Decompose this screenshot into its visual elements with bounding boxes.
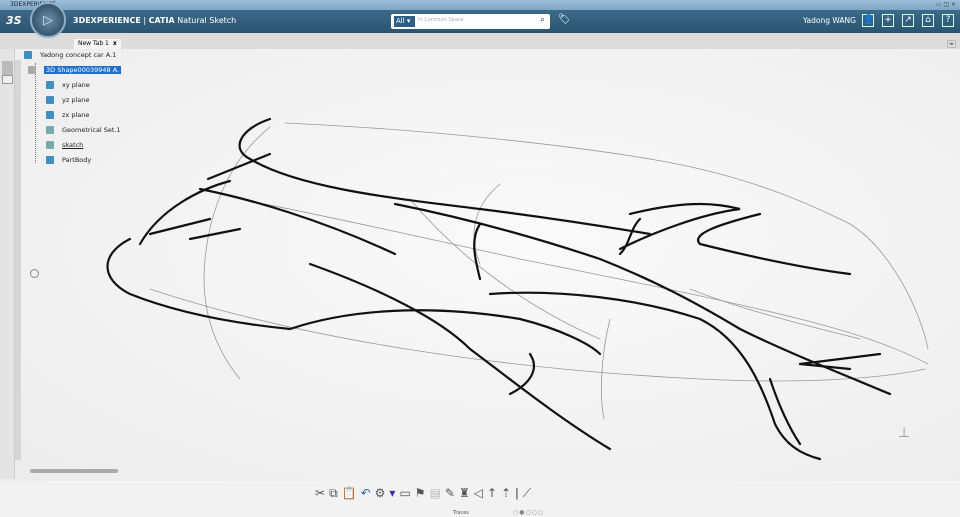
plane-icon	[46, 96, 54, 104]
tab-new-tab-1[interactable]: New Tab 1 x	[74, 39, 121, 49]
compass-play-button[interactable]: ▷	[30, 2, 66, 38]
ds-logo-icon: 3S	[6, 14, 22, 27]
tab-scroll-arrows[interactable]: ◂▸	[946, 40, 956, 48]
eraser-icon[interactable]: ◁	[474, 486, 483, 500]
tree-item-zx-plane[interactable]: zx plane	[46, 111, 89, 119]
tree-root[interactable]: Yadong concept car A.1	[24, 51, 116, 59]
search-icon[interactable]: ⌕	[540, 15, 545, 25]
airbrush-icon[interactable]: ⇡	[501, 486, 511, 500]
pencil-icon[interactable]: ✎	[445, 486, 455, 500]
window-title-bar: 3DEXPERIENCE ▭ ◫ ✕	[0, 0, 960, 10]
layer-icon[interactable]: ▤	[430, 486, 441, 500]
tag-icon[interactable]: 🏷	[558, 14, 571, 25]
panel-toggle-button[interactable]	[2, 61, 13, 75]
tree-label: Geometrical Set.1	[62, 126, 121, 134]
app-title: 3DEXPERIENCE | CATIA Natural Sketch	[73, 16, 237, 25]
plane-icon	[46, 81, 54, 89]
tree-label: xy plane	[62, 81, 90, 89]
profile-icon[interactable]: 👤	[862, 14, 874, 27]
tree-label: skatch	[62, 141, 84, 149]
pen-color-icon[interactable]: ▾	[389, 486, 395, 500]
close-tab-icon[interactable]: x	[113, 40, 117, 47]
tree-scrollbar[interactable]	[15, 60, 21, 460]
axis-triad-icon: ⊥	[898, 425, 911, 441]
tab-bar: New Tab 1 x ◂▸	[0, 33, 960, 49]
tree-item-xy-plane[interactable]: xy plane	[46, 81, 90, 89]
geoset-icon	[46, 141, 54, 149]
window-controls[interactable]: ▭ ◫ ✕	[936, 0, 956, 10]
tree-label: zx plane	[62, 111, 90, 119]
paste-icon[interactable]: 📋	[342, 486, 357, 500]
tab-label: New Tab 1	[78, 40, 109, 47]
add-icon[interactable]: +	[882, 14, 894, 27]
tree-label: Yadong concept car A.1	[40, 51, 117, 59]
tree-label: yz plane	[62, 96, 90, 104]
car-sketch	[106, 117, 929, 461]
search-scope-dropdown[interactable]: All ▾	[394, 16, 415, 27]
sketch-strokes	[106, 117, 892, 461]
tape-icon[interactable]: ⟋	[523, 486, 531, 501]
settings-icon[interactable]: ⚙	[375, 486, 386, 500]
share-icon[interactable]: ↗	[902, 14, 914, 27]
toolbar-page-dots[interactable]: ○●○○○	[513, 509, 544, 516]
home-icon[interactable]: ⌂	[922, 14, 934, 27]
marker-icon[interactable]: ♜	[459, 486, 470, 500]
tree-item-geometrical-set[interactable]: Geometrical Set.1	[46, 126, 121, 134]
left-panel-strip	[0, 49, 15, 479]
tree-label: 3D Shape00039948 A.	[44, 66, 122, 74]
flag-icon[interactable]: ⚑	[415, 486, 426, 500]
play-icon: ▷	[43, 13, 53, 28]
app-header: 3S 3DEXPERIENCE | CATIA Natural Sketch A…	[0, 10, 960, 33]
horizontal-scrollbar[interactable]	[30, 469, 118, 473]
user-name[interactable]: Yadong WANG	[803, 16, 856, 25]
cut-icon[interactable]: ✂	[315, 486, 325, 500]
tree-item-skatch[interactable]: skatch	[46, 141, 83, 149]
shape-icon	[28, 66, 36, 74]
body-icon	[46, 156, 54, 164]
search-input[interactable]: In Common Space	[418, 17, 464, 23]
undo-icon[interactable]: ↶	[361, 486, 371, 500]
product-icon	[24, 51, 32, 59]
robot-handle[interactable]	[30, 269, 39, 278]
plane-icon	[46, 111, 54, 119]
pen-icon[interactable]: ǀ	[515, 486, 519, 500]
plane-icon[interactable]: ▭	[399, 486, 410, 500]
panel-view-button[interactable]	[2, 75, 13, 84]
tree-item-3d-shape[interactable]: 3D Shape00039948 A.	[28, 66, 122, 74]
copy-icon[interactable]: ⧉	[329, 486, 338, 501]
search-box[interactable]: All ▾ In Common Space ⌕	[391, 14, 550, 29]
brush-icon[interactable]: ↑	[487, 486, 497, 500]
geoset-icon	[46, 126, 54, 134]
tree-label: PartBody	[62, 156, 92, 164]
help-icon[interactable]: ?	[942, 14, 954, 27]
tree-item-partbody[interactable]: PartBody	[46, 156, 91, 164]
section-label: Traces	[453, 510, 469, 516]
action-bar: ✂ ⧉ 📋 ↶ ⚙ ▾ ▭ ⚑ ▤ ✎ ♜ ◁ ↑ ⇡ ǀ ⟋	[315, 484, 531, 502]
tree-item-yz-plane[interactable]: yz plane	[46, 96, 89, 104]
